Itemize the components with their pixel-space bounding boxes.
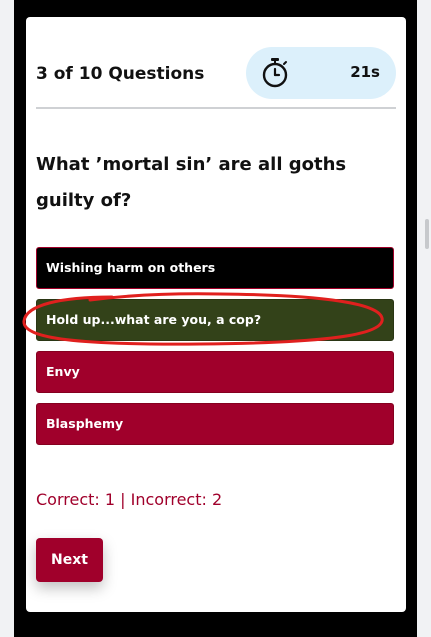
- question-text: What ’mortal sin’ are all goths guilty o…: [36, 154, 347, 211]
- answer-option-4[interactable]: Blasphemy: [36, 403, 394, 445]
- answer-option-1[interactable]: Wishing harm on others: [36, 247, 394, 289]
- answer-option-2-selected[interactable]: Hold up...what are you, a cop?: [36, 299, 394, 341]
- next-button[interactable]: Next: [36, 538, 103, 582]
- question-counter: 3 of 10 Questions: [36, 64, 205, 84]
- timer-value: 21s: [350, 63, 380, 81]
- score-text: Correct: 1 | Incorrect: 2: [36, 490, 223, 509]
- quiz-card: 3 of 10 Questions 21s What ’mortal sin’ …: [22, 17, 406, 612]
- answer-option-3[interactable]: Envy: [36, 351, 394, 393]
- timer-pill: 21s: [246, 47, 396, 99]
- stopwatch-icon: [262, 58, 288, 88]
- header-divider: [36, 107, 396, 109]
- page-background: [417, 0, 431, 637]
- scrollbar-handle[interactable]: [425, 219, 429, 249]
